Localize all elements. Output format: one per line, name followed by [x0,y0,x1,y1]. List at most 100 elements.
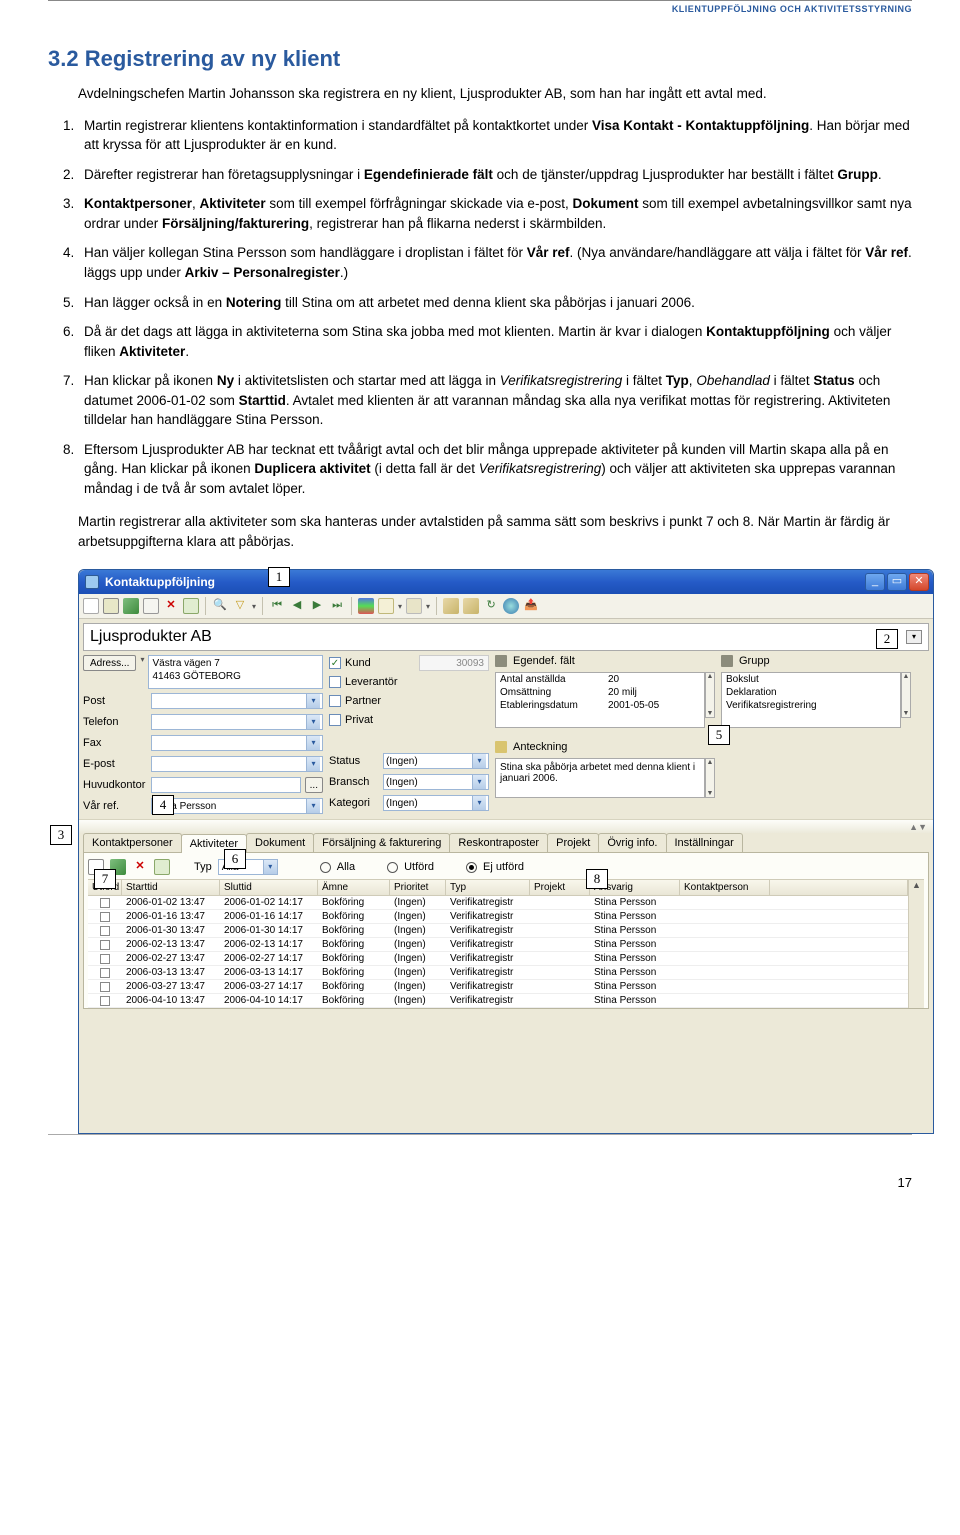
filter-dropdown-icon[interactable]: ▾ [252,602,256,611]
partner-checkbox[interactable] [329,695,341,707]
table-row[interactable]: 2006-03-13 13:472006-03-13 14:17Bokförin… [88,966,908,980]
col-starttid[interactable]: Starttid [122,880,220,895]
utford-cell[interactable] [88,980,122,993]
tab-forsaljning[interactable]: Försäljning & fakturering [313,833,450,852]
table-row[interactable]: 2006-01-02 13:472006-01-02 14:17Bokförin… [88,896,908,910]
sluttid-cell: 2006-03-13 14:17 [220,966,318,979]
mainoffice-input[interactable] [151,777,301,793]
tab-ovrig[interactable]: Övrig info. [598,833,666,852]
last-icon[interactable]: ⏭ [329,598,345,614]
egendef-scrollbar[interactable] [705,672,715,718]
list-icon[interactable] [103,598,119,614]
utford-cell[interactable] [88,896,122,909]
bransch-select[interactable]: (Ingen)▾ [383,774,489,790]
chart-icon[interactable] [358,598,374,614]
tab-dokument[interactable]: Dokument [246,833,314,852]
mainoffice-browse-button[interactable]: ... [305,777,323,793]
print-dropdown-icon[interactable]: ▾ [426,602,430,611]
table-row[interactable]: 2006-01-30 13:472006-01-30 14:17Bokförin… [88,924,908,938]
sluttid-cell: 2006-01-02 14:17 [220,896,318,909]
table-row[interactable]: 2006-03-27 13:472006-03-27 14:17Bokförin… [88,980,908,994]
tab-projekt[interactable]: Projekt [547,833,599,852]
utford-cell[interactable] [88,952,122,965]
activity-duplicate-icon[interactable] [154,859,170,875]
utford-cell[interactable] [88,966,122,979]
table-row[interactable]: 2006-02-27 13:472006-02-27 14:17Bokförin… [88,952,908,966]
window-title: Kontaktuppföljning [105,575,215,589]
address-textarea[interactable]: Västra vägen 741463 GÖTEBORG [148,655,323,689]
address-dropdown-icon[interactable]: ▾ [140,655,144,664]
search-icon[interactable]: 🔍 [212,598,228,614]
status-select[interactable]: (Ingen)▾ [383,753,489,769]
tab-installningar[interactable]: Inställningar [666,833,743,852]
tab-kontaktpersoner[interactable]: Kontaktpersoner [83,833,182,852]
exit-icon[interactable]: 📤 [523,598,539,614]
collapse-arrows[interactable]: ▲▼ [79,819,933,833]
phone-input[interactable]: ▾ [151,714,323,730]
grid-vscroll[interactable]: ▲ [908,880,924,1008]
phone-label: Telefon [83,716,147,728]
table-row[interactable]: 2006-01-16 13:472006-01-16 14:17Bokförin… [88,910,908,924]
contacts-icon[interactable] [443,598,459,614]
grupp-scrollbar[interactable] [901,672,911,718]
utford-cell[interactable] [88,994,122,1007]
starttid-cell: 2006-04-10 13:47 [122,994,220,1007]
next-icon[interactable]: ▶ [309,598,325,614]
edit-icon[interactable] [123,598,139,614]
chevron-down-icon[interactable]: ▾ [906,630,922,644]
kontakt-cell [680,952,770,965]
grupp-grid[interactable]: Bokslut Deklaration Verifikatsregistreri… [721,672,901,728]
minimize-button[interactable]: _ [865,573,885,591]
maximize-button[interactable]: ▭ [887,573,907,591]
ansvarig-cell: Stina Persson [590,910,680,923]
refresh-icon[interactable]: ↻ [483,598,499,614]
print-icon[interactable] [406,598,422,614]
table-row[interactable]: 2006-04-10 13:472006-04-10 14:17Bokförin… [88,994,908,1008]
first-icon[interactable]: ⏮ [269,598,285,614]
kund-checkbox[interactable] [329,657,341,669]
address-button[interactable]: Adress... [83,655,136,671]
col-prioritet[interactable]: Prioritet [390,880,446,895]
fax-input[interactable]: ▾ [151,735,323,751]
ourref-label: Vår ref. [83,800,147,812]
sluttid-cell: 2006-02-27 14:17 [220,952,318,965]
utford-cell[interactable] [88,938,122,951]
post-input[interactable]: ▾ [151,693,323,709]
delete-icon[interactable]: ✕ [163,598,179,614]
col-blank [770,880,908,895]
groups-icon[interactable] [463,598,479,614]
egendef-grid[interactable]: Antal anställda20 Omsättning20 milj Etab… [495,672,705,728]
radio-ej-utford[interactable] [466,862,477,873]
col-projekt[interactable]: Projekt [530,880,590,895]
note-textarea[interactable]: Stina ska påbörja arbetet med denna klie… [495,758,705,798]
new-icon[interactable] [83,598,99,614]
col-kontaktperson[interactable]: Kontaktperson [680,880,770,895]
tab-reskontra[interactable]: Reskontraposter [449,833,548,852]
save-icon[interactable] [143,598,159,614]
utford-cell[interactable] [88,910,122,923]
help-icon[interactable] [503,598,519,614]
report-dropdown-icon[interactable]: ▾ [398,602,402,611]
step-8: Eftersom Ljusprodukter AB har tecknat et… [78,440,912,499]
kategori-select[interactable]: (Ingen)▾ [383,795,489,811]
prev-icon[interactable]: ◀ [289,598,305,614]
activity-delete-icon[interactable]: ✕ [132,859,148,875]
lev-checkbox[interactable] [329,676,341,688]
copy-icon[interactable] [183,598,199,614]
col-sluttid[interactable]: Sluttid [220,880,318,895]
report-icon[interactable] [378,598,394,614]
close-button[interactable]: ✕ [909,573,929,591]
company-selector[interactable]: Ljusprodukter AB ▾ [83,623,929,651]
col-amne[interactable]: Ämne [318,880,390,895]
radio-alla[interactable] [320,862,331,873]
note-scrollbar[interactable] [705,758,715,798]
table-row[interactable]: 2006-02-13 13:472006-02-13 14:17Bokförin… [88,938,908,952]
utford-cell[interactable] [88,924,122,937]
col-typ[interactable]: Typ [446,880,530,895]
ourref-select[interactable]: Stina Persson▾ [151,798,323,814]
radio-utford[interactable] [387,862,398,873]
filter-icon[interactable]: ▽ [232,598,248,614]
email-input[interactable]: ▾ [151,756,323,772]
blank-cell [770,966,908,979]
privat-checkbox[interactable] [329,714,341,726]
